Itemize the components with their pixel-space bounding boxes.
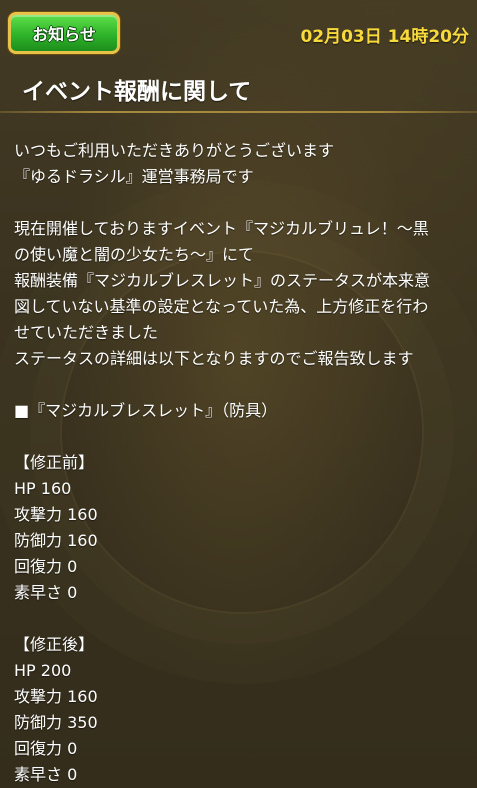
after-stat-recovery: 回復力 0 (14, 739, 78, 758)
before-stat-attack: 攻撃力 160 (14, 505, 98, 524)
header: お知らせ 02月03日 14時20分 (0, 0, 477, 66)
after-stat-attack: 攻撃力 160 (14, 687, 98, 706)
body-line: いつもご利用いただきありがとうございます (14, 141, 335, 160)
body-line: 図していない基準の設定となっていた為、上方修正を行わ (14, 297, 429, 316)
notice-button[interactable]: お知らせ (8, 12, 120, 54)
body-line: 報酬装備『マジカルブレスレット』のステータスが本来意 (14, 271, 431, 290)
before-stat-defense: 防御力 160 (14, 531, 98, 550)
before-heading: 【修正前】 (14, 453, 95, 472)
item-heading: ■『マジカルブレスレット』（防具） (14, 401, 278, 420)
body-line: 現在開催しておりますイベント『マジカルブリュレ！〜黒 (14, 219, 429, 238)
before-stat-hp: HP 160 (14, 479, 72, 498)
before-stat-speed: 素早さ 0 (14, 583, 78, 602)
after-stat-speed: 素早さ 0 (14, 765, 78, 784)
body-line: せていただきました (14, 323, 159, 342)
before-stat-recovery: 回復力 0 (14, 557, 78, 576)
notice-body: いつもご利用いただきありがとうございます 『ゆるドラシル』運営事務局です 現在開… (14, 138, 466, 788)
after-stat-hp: HP 200 (14, 661, 72, 680)
divider (0, 111, 477, 113)
body-line: 『ゆるドラシル』運営事務局です (14, 167, 254, 186)
body-line: の使い魔と闇の少女たち〜』にて (14, 245, 255, 264)
body-line: ステータスの詳細は以下となりますのでご報告致します (14, 349, 414, 368)
after-stat-defense: 防御力 350 (14, 713, 98, 732)
notice-button-label: お知らせ (32, 25, 96, 44)
page-title: イベント報酬に関して (22, 79, 252, 105)
timestamp: 02月03日 14時20分 (300, 27, 469, 47)
after-heading: 【修正後】 (14, 635, 95, 654)
